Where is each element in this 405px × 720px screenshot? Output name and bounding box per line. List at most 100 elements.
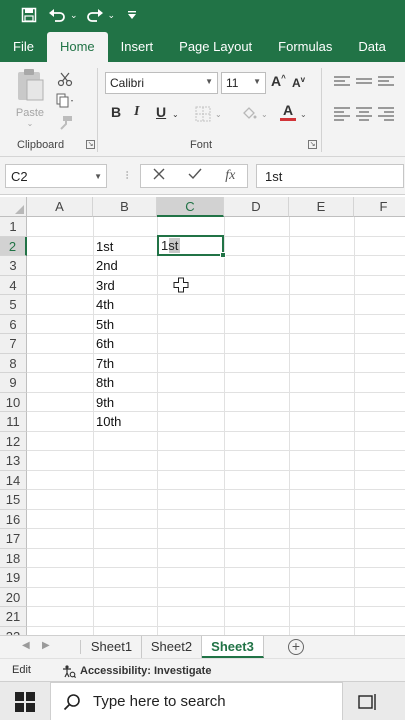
tab-insert[interactable]: Insert (108, 32, 167, 62)
save-icon[interactable] (18, 4, 40, 26)
row-header-13[interactable]: 13 (0, 451, 27, 471)
borders-icon[interactable] (195, 106, 211, 127)
tab-data[interactable]: Data (345, 32, 398, 62)
cell-b2[interactable]: 1st (92, 237, 113, 256)
tab-file[interactable]: File (0, 32, 47, 62)
new-sheet-icon[interactable]: + (288, 639, 304, 655)
column-header-e[interactable]: E (289, 197, 354, 217)
formula-bar-splitter-icon[interactable]: ··· (121, 170, 135, 179)
customize-qat-icon[interactable] (121, 4, 143, 26)
column-header-c[interactable]: C (157, 197, 224, 217)
paste-dropdown-icon[interactable]: ⌄ (12, 119, 48, 128)
taskbar-search-box[interactable]: Type here to search (50, 682, 343, 720)
active-cell-c2[interactable]: 1st (157, 235, 226, 258)
fill-color-icon[interactable] (240, 105, 258, 128)
format-painter-icon[interactable] (52, 112, 78, 134)
align-center-icon[interactable] (356, 107, 372, 121)
row-header-15[interactable]: 15 (0, 490, 27, 510)
row-header-4[interactable]: 4 (0, 275, 27, 295)
row-header-5[interactable]: 5 (0, 295, 27, 315)
cell-b5[interactable]: 4th (92, 295, 114, 314)
row-header-11[interactable]: 11 (0, 412, 27, 432)
row-header-7[interactable]: 7 (0, 334, 27, 354)
cell-b6[interactable]: 5th (92, 315, 114, 334)
accessibility-status[interactable]: Accessibility: Investigate (62, 664, 211, 678)
tab-formulas[interactable]: Formulas (265, 32, 345, 62)
undo-icon[interactable] (46, 4, 68, 26)
decrease-font-size-button[interactable]: Av (292, 75, 305, 90)
bold-button[interactable]: B (111, 104, 121, 120)
cell-b7[interactable]: 6th (92, 334, 114, 353)
top-align-icon[interactable] (334, 76, 350, 88)
select-all-button[interactable] (0, 197, 27, 217)
column-header-a[interactable]: A (27, 197, 93, 217)
prev-sheet-icon[interactable]: ◀ (22, 640, 30, 651)
cell-b4[interactable]: 3rd (92, 276, 115, 295)
bottom-align-icon[interactable] (378, 76, 394, 88)
cell-b3[interactable]: 2nd (92, 256, 118, 275)
row-header-1[interactable]: 1 (0, 217, 27, 237)
borders-dropdown-icon[interactable]: ⌄ (215, 110, 222, 119)
windows-start-icon[interactable] (15, 692, 35, 712)
underline-button[interactable]: U (156, 104, 166, 120)
italic-button[interactable]: I (134, 104, 139, 120)
row-header-20[interactable]: 20 (0, 587, 27, 607)
row-header-6[interactable]: 6 (0, 314, 27, 334)
cancel-entry-icon[interactable] (153, 167, 165, 185)
column-header-f[interactable]: F (354, 197, 405, 217)
formula-input[interactable]: 1st (256, 164, 404, 188)
middle-align-icon[interactable] (356, 78, 372, 90)
row-header-2[interactable]: 2 (0, 236, 27, 256)
undo-dropdown-icon[interactable]: ⌄ (70, 10, 78, 21)
tab-home[interactable]: Home (46, 32, 108, 62)
cell-b8[interactable]: 7th (92, 354, 114, 373)
align-left-icon[interactable] (334, 107, 350, 121)
redo-dropdown-icon[interactable]: ⌄ (108, 10, 116, 21)
row-header-9[interactable]: 9 (0, 373, 27, 393)
enter-entry-icon[interactable] (188, 167, 202, 185)
font-color-dropdown-icon[interactable]: ⌄ (300, 110, 307, 119)
row-header-3[interactable]: 3 (0, 256, 27, 276)
font-size-select[interactable]: 11 ▼ (221, 72, 266, 94)
font-launcher-icon[interactable]: ↘ (308, 140, 317, 149)
row-header-18[interactable]: 18 (0, 548, 27, 568)
task-view-icon[interactable] (358, 692, 378, 712)
redo-icon[interactable] (84, 4, 106, 26)
cell-b9[interactable]: 8th (92, 373, 114, 392)
font-group-label: Font (190, 139, 213, 151)
font-color-button[interactable]: A (280, 102, 296, 121)
column-header-b[interactable]: B (93, 197, 157, 217)
next-sheet-icon[interactable]: ▶ (42, 640, 50, 651)
cut-icon[interactable] (52, 68, 78, 90)
paste-button[interactable]: Paste ⌄ (12, 68, 48, 128)
name-box[interactable]: C2 ▼ (5, 164, 107, 188)
increase-font-size-button[interactable]: A^ (271, 73, 286, 89)
sheet-tab-sheet3[interactable]: Sheet3 (202, 636, 264, 658)
grid-line (27, 391, 405, 393)
row-header-22[interactable]: 22 (0, 626, 27, 635)
row-header-17[interactable]: 17 (0, 529, 27, 549)
cell-b11[interactable]: 10th (92, 412, 121, 431)
tab-page-layout[interactable]: Page Layout (166, 32, 265, 62)
row-header-10[interactable]: 10 (0, 392, 27, 412)
grid-line (27, 469, 405, 471)
sheet-tab-sheet1[interactable]: Sheet1 (82, 636, 142, 658)
row-header-8[interactable]: 8 (0, 353, 27, 373)
sheet-tab-sheet2[interactable]: Sheet2 (142, 636, 202, 658)
fill-handle[interactable] (220, 252, 226, 258)
copy-icon[interactable] (52, 90, 78, 112)
row-header-16[interactable]: 16 (0, 509, 27, 529)
insert-function-icon[interactable]: fx (225, 168, 235, 184)
column-header-d[interactable]: D (224, 197, 289, 217)
fill-color-dropdown-icon[interactable]: ⌄ (261, 110, 268, 119)
align-right-icon[interactable] (378, 107, 394, 121)
clipboard-launcher-icon[interactable]: ↘ (86, 140, 95, 149)
row-header-14[interactable]: 14 (0, 470, 27, 490)
worksheet-grid[interactable]: ABCDEF1234567891011121314151617181920212… (0, 197, 405, 635)
font-name-select[interactable]: Calibri ▼ (105, 72, 218, 94)
row-header-12[interactable]: 12 (0, 431, 27, 451)
row-header-21[interactable]: 21 (0, 607, 27, 627)
row-header-19[interactable]: 19 (0, 568, 27, 588)
underline-dropdown-icon[interactable]: ⌄ (172, 110, 179, 119)
cell-b10[interactable]: 9th (92, 393, 114, 412)
